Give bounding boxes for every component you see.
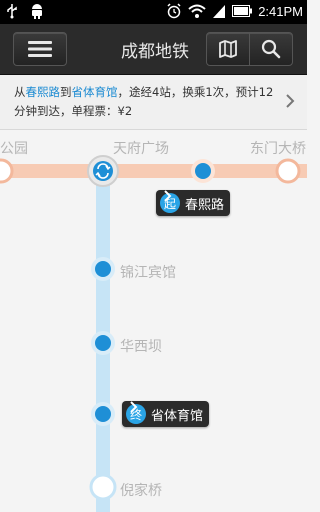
page-title: 成都地铁 xyxy=(121,42,189,62)
station-label-huaxiba: 华西坝 xyxy=(120,339,162,355)
station-marker-gongyuan xyxy=(0,158,14,184)
chevron-right-icon[interactable] xyxy=(285,93,295,109)
origin-station: 春熙路 xyxy=(25,85,61,99)
battery-icon xyxy=(232,5,253,17)
start-station-name: 春熙路 xyxy=(185,197,225,213)
chevron-right-icon xyxy=(164,190,172,202)
search-button[interactable] xyxy=(249,32,293,66)
start-station-tag[interactable]: 起 春熙路 xyxy=(156,190,231,216)
usb-icon xyxy=(7,4,17,19)
status-bar: 2:41PM xyxy=(0,0,307,24)
route-summary: 从春熙路到省体育馆，途经4站，换乘1次，预计12分钟到达，单程票：¥2 xyxy=(14,83,276,121)
station-label-dongmen: 东门大桥 xyxy=(250,141,306,157)
end-station-name: 省体育馆 xyxy=(151,408,204,424)
menu-button[interactable] xyxy=(13,32,67,66)
station-marker-nijiaqiao xyxy=(89,473,117,501)
route-info-panel[interactable]: 从春熙路到省体育馆，途经4站，换乘1次，预计12分钟到达，单程票：¥2 xyxy=(0,75,307,130)
signal-icon xyxy=(213,5,226,18)
station-marker-dongmen xyxy=(275,158,301,184)
hamburger-icon xyxy=(28,41,52,57)
map-button[interactable] xyxy=(206,32,250,66)
line-horizontal xyxy=(0,164,307,178)
metro-map[interactable]: 公园 天府广场 东门大桥 锦江宾馆 华西坝 倪家桥 起 春熙路 终 省体育馆 xyxy=(0,130,307,512)
wifi-icon xyxy=(188,4,206,18)
from-prefix: 从 xyxy=(14,85,26,99)
alarm-icon xyxy=(167,3,181,19)
station-label-jinjiang: 锦江宾馆 xyxy=(120,265,176,281)
android-icon xyxy=(32,4,42,19)
status-time: 2:41PM xyxy=(258,3,303,19)
end-station-tag[interactable]: 终 省体育馆 xyxy=(122,401,210,427)
station-label-nijiaqiao: 倪家桥 xyxy=(120,483,162,499)
metro-lines xyxy=(0,155,307,512)
app-header: 成都地铁 xyxy=(0,24,307,75)
chevron-right-icon xyxy=(130,401,138,413)
search-icon xyxy=(261,39,281,59)
destination-station: 省体育馆 xyxy=(71,85,118,99)
to-word: 到 xyxy=(60,85,72,99)
station-label-tianfu-square: 天府广场 xyxy=(113,141,169,157)
map-icon xyxy=(219,40,237,58)
station-label-gongyuan: 公园 xyxy=(0,141,28,157)
